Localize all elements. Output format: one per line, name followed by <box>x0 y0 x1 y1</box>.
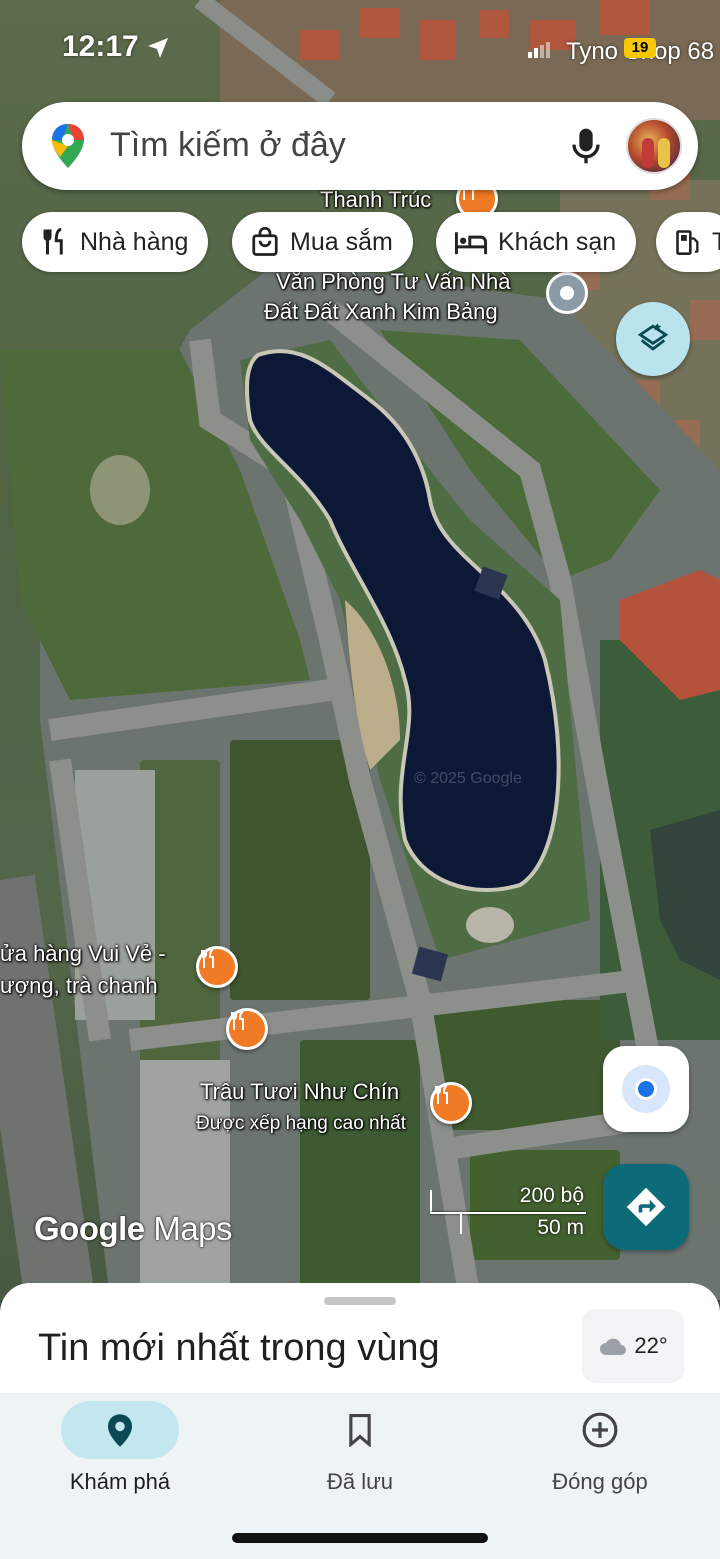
restaurant-icon <box>43 228 63 255</box>
poi-label-office-line2[interactable]: Đất Đất Xanh Kim Bảng <box>264 298 498 325</box>
location-arrow-icon <box>148 38 168 58</box>
scale-imperial: 200 bộ <box>519 1184 584 1207</box>
poi-label-store-line1[interactable]: ửa hàng Vui Vẻ - <box>0 940 166 967</box>
search-bar[interactable]: Tìm kiếm ở đây <box>22 102 698 190</box>
bottom-navigation: Khám phá Đã lưu Đóng góp <box>0 1393 720 1559</box>
chip-label: Khách sạn <box>498 227 617 256</box>
google-text: Google <box>34 1210 145 1247</box>
nav-label: Đóng góp <box>552 1469 648 1494</box>
restaurant-pin-icon[interactable] <box>196 946 238 988</box>
weather-chip[interactable]: 22° <box>582 1309 684 1383</box>
nav-label: Đã lưu <box>326 1469 394 1494</box>
chip-label: Mua sắm <box>290 227 393 256</box>
google-maps-wordmark: Google Maps <box>34 1210 233 1248</box>
map-scale: 200 bộ 50 m <box>430 1180 590 1240</box>
poi-label-office-line1[interactable]: Văn Phòng Tư Vấn Nhà <box>276 268 510 295</box>
search-placeholder[interactable]: Tìm kiếm ở đây <box>110 126 346 165</box>
status-time: 12:17 <box>62 30 139 63</box>
nav-contribute[interactable]: Đóng góp <box>541 1401 720 1511</box>
my-location-button[interactable] <box>603 1046 689 1132</box>
chip-shopping[interactable]: Mua sắm <box>232 212 413 272</box>
layers-icon <box>637 323 669 351</box>
my-location-icon <box>622 1065 670 1113</box>
poi-label-store-line2[interactable]: ượng, trà chanh <box>0 972 158 999</box>
restaurant-pin-icon[interactable] <box>226 1008 268 1050</box>
poi-label-trau-tuoi[interactable]: Trâu Tươi Như Chín <box>200 1078 399 1105</box>
maps-text: Maps <box>153 1210 233 1247</box>
bookmark-icon <box>349 1414 371 1447</box>
restaurant-pin-icon[interactable] <box>430 1082 472 1124</box>
nav-explore[interactable]: Khám phá <box>61 1401 241 1511</box>
cloud-icon <box>600 1338 627 1355</box>
directions-icon <box>626 1187 666 1227</box>
status-bar: 12:17 Tyno Shop 68 19 <box>0 0 720 90</box>
chip-hotels[interactable]: Khách sạn <box>436 212 637 272</box>
chip-gas[interactable]: T <box>656 212 720 272</box>
weather-temperature: 22° <box>634 1333 668 1358</box>
bottom-sheet[interactable]: Tin mới nhất trong vùng 22° <box>0 1283 720 1403</box>
nav-saved[interactable]: Đã lưu <box>301 1401 481 1511</box>
place-pin-icon[interactable] <box>546 272 588 314</box>
explore-pin-icon <box>108 1414 132 1447</box>
sheet-drag-handle[interactable] <box>324 1297 396 1305</box>
chip-label: Nhà hàng <box>80 227 189 256</box>
microphone-icon[interactable] <box>568 126 604 166</box>
battery-icon: 19 <box>624 38 656 58</box>
map-layers-button[interactable] <box>616 302 690 376</box>
nav-label: Khám phá <box>69 1469 171 1494</box>
add-circle-icon <box>582 1412 618 1448</box>
map-watermark: © 2025 Google <box>414 770 522 787</box>
sheet-title: Tin mới nhất trong vùng <box>38 1327 440 1369</box>
hotel-bed-icon <box>454 232 488 255</box>
chip-restaurants[interactable]: Nhà hàng <box>22 212 209 272</box>
shopping-bag-icon <box>252 227 278 256</box>
chip-label: T <box>712 227 720 256</box>
google-maps-logo-icon <box>52 124 84 168</box>
home-indicator <box>232 1533 488 1543</box>
poi-label-thanh-truc[interactable]: Thanh Trúc <box>320 186 431 213</box>
scale-metric: 50 m <box>537 1216 584 1239</box>
gas-station-icon <box>676 230 699 255</box>
account-avatar[interactable] <box>626 118 682 174</box>
poi-label-trau-tuoi-rating: Được xếp hạng cao nhất <box>196 1113 407 1134</box>
signal-icon <box>528 42 550 58</box>
directions-button[interactable] <box>603 1164 689 1250</box>
